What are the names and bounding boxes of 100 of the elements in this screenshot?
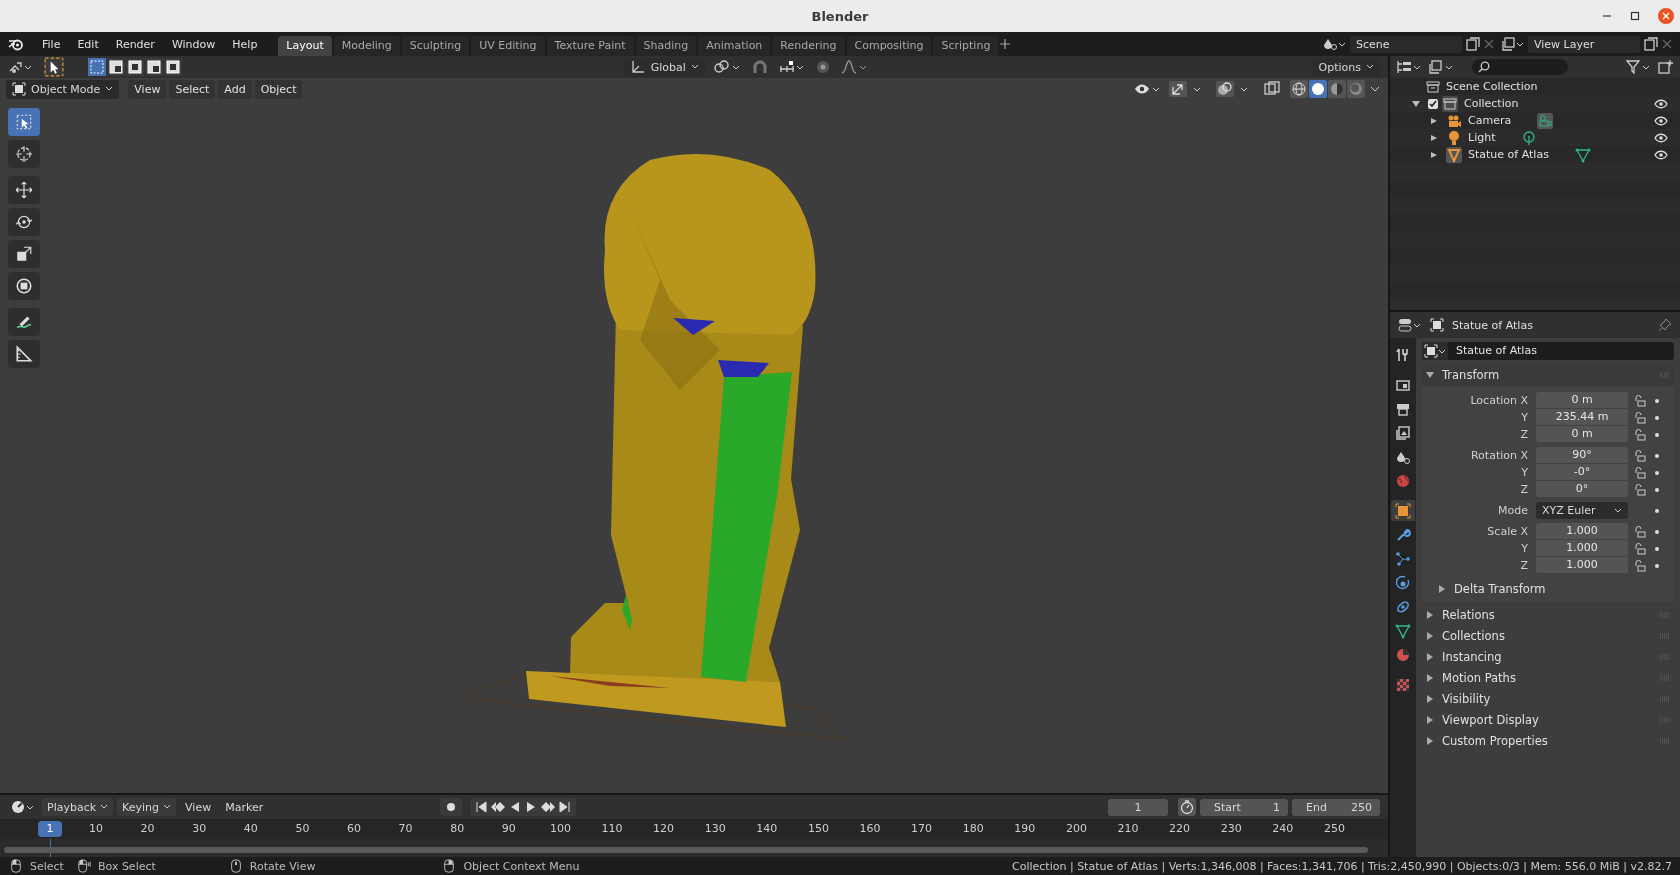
copy-icon[interactable] bbox=[1644, 37, 1658, 51]
keyframe-dot-icon[interactable] bbox=[1655, 453, 1659, 458]
outliner-item[interactable]: Light bbox=[1468, 131, 1496, 144]
selection-mode-button[interactable] bbox=[107, 58, 125, 76]
menu-item[interactable]: Window bbox=[163, 37, 225, 51]
copy-icon[interactable] bbox=[1466, 37, 1480, 51]
number-field[interactable]: 1.000 bbox=[1536, 557, 1628, 574]
panel-triangle-icon[interactable] bbox=[1426, 736, 1434, 745]
menu-item[interactable]: Help bbox=[224, 37, 267, 51]
view-layer-field[interactable]: View Layer bbox=[1528, 35, 1640, 53]
tool-button[interactable] bbox=[8, 340, 40, 368]
shading-mode-button[interactable] bbox=[1328, 80, 1346, 98]
viewport-menu[interactable]: View bbox=[128, 79, 167, 99]
editor-type-icon[interactable] bbox=[8, 59, 34, 75]
keyframe-dot-icon[interactable] bbox=[1655, 415, 1659, 420]
unlocked-padlock-icon[interactable] bbox=[1634, 559, 1646, 572]
view-layer-icon[interactable] bbox=[1428, 60, 1454, 74]
keyframe-dot-icon[interactable] bbox=[1655, 508, 1659, 513]
plus-icon[interactable] bbox=[1000, 39, 1011, 49]
outliner-item[interactable]: Collection bbox=[1464, 97, 1519, 110]
end-frame-field[interactable]: End 250 bbox=[1292, 798, 1380, 816]
eye-icon[interactable] bbox=[1654, 132, 1668, 143]
unlocked-padlock-icon[interactable] bbox=[1634, 411, 1646, 424]
mode-dropdown[interactable]: Object Mode bbox=[6, 79, 120, 99]
panel-title[interactable]: Collections bbox=[1442, 628, 1505, 643]
mode-select[interactable]: XYZ Euler bbox=[1536, 502, 1628, 519]
scene-field[interactable]: Scene bbox=[1350, 35, 1462, 53]
workspace-tab[interactable]: Animation bbox=[698, 36, 771, 56]
selection-mode-button[interactable] bbox=[126, 58, 144, 76]
select-tool-icon[interactable] bbox=[44, 57, 64, 77]
orientation-dropdown[interactable]: Global bbox=[623, 57, 705, 77]
record-button[interactable] bbox=[440, 798, 463, 816]
scene-icon[interactable] bbox=[1324, 37, 1346, 51]
panel-triangle-icon[interactable] bbox=[1426, 694, 1434, 703]
menu-item[interactable]: File bbox=[34, 37, 70, 51]
number-field[interactable]: 0° bbox=[1536, 481, 1628, 498]
timeline-menu[interactable]: Marker bbox=[220, 798, 269, 816]
display-mode-icon[interactable] bbox=[1396, 60, 1422, 74]
keyframe-dot-icon[interactable] bbox=[1655, 546, 1659, 551]
editor-type-icon[interactable] bbox=[10, 799, 36, 815]
stopwatch-icon[interactable] bbox=[1178, 798, 1196, 816]
workspace-tab[interactable]: Sculpting bbox=[401, 36, 470, 56]
current-frame-marker[interactable]: 1 bbox=[38, 821, 62, 837]
timeline-menu[interactable]: View bbox=[180, 798, 217, 816]
timeline-menu[interactable]: Keying bbox=[117, 798, 177, 816]
selection-mode-button[interactable] bbox=[145, 58, 163, 76]
workspace-tab[interactable]: Shading bbox=[635, 36, 697, 56]
workspace-tab[interactable]: Compositing bbox=[846, 36, 932, 56]
maximize-icon[interactable] bbox=[1630, 11, 1640, 21]
panel-title[interactable]: Instancing bbox=[1442, 649, 1502, 664]
keyframe-dot-icon[interactable] bbox=[1655, 487, 1659, 492]
workspace-tab[interactable]: UV Editing bbox=[471, 36, 545, 56]
snap-increment-icon[interactable] bbox=[778, 59, 805, 75]
expand-triangle-icon[interactable] bbox=[1412, 99, 1420, 108]
jump-end-icon[interactable] bbox=[558, 801, 573, 813]
unlocked-padlock-icon[interactable] bbox=[1634, 483, 1646, 496]
tool-button[interactable] bbox=[8, 140, 40, 168]
current-frame-field[interactable]: 1 bbox=[1108, 798, 1168, 816]
number-field[interactable]: 90° bbox=[1536, 447, 1628, 464]
xray-icon[interactable] bbox=[1263, 81, 1281, 97]
close-x-icon[interactable] bbox=[1662, 39, 1672, 49]
shading-mode-button[interactable] bbox=[1309, 80, 1327, 98]
tool-button[interactable] bbox=[8, 208, 40, 236]
eye-icon[interactable] bbox=[1654, 115, 1668, 126]
panel-triangle-icon[interactable] bbox=[1426, 631, 1434, 640]
outliner-item[interactable]: Camera bbox=[1468, 114, 1512, 127]
outliner-item[interactable]: Statue of Atlas bbox=[1468, 148, 1549, 161]
pivot-link-icon[interactable] bbox=[712, 59, 741, 75]
number-field[interactable]: 235.44 m bbox=[1536, 409, 1628, 426]
workspace-tab[interactable]: Modeling bbox=[333, 36, 400, 56]
unlocked-padlock-icon[interactable] bbox=[1634, 394, 1646, 407]
search-field[interactable] bbox=[1472, 59, 1568, 75]
editor-type-icon[interactable] bbox=[1398, 318, 1422, 332]
caret-icon[interactable] bbox=[1370, 85, 1380, 93]
number-field[interactable]: 1.000 bbox=[1536, 523, 1628, 540]
panel-title[interactable]: Viewport Display bbox=[1442, 712, 1539, 727]
subpanel-title[interactable]: Delta Transform bbox=[1454, 582, 1546, 596]
panel-title[interactable]: Custom Properties bbox=[1442, 733, 1548, 748]
number-field[interactable]: 1.000 bbox=[1536, 540, 1628, 557]
new-collection-icon[interactable] bbox=[1658, 60, 1674, 74]
keyframe-dot-icon[interactable] bbox=[1655, 470, 1659, 475]
tool-button[interactable] bbox=[8, 308, 40, 336]
menu-item[interactable]: Edit bbox=[69, 37, 108, 51]
close-x-icon[interactable] bbox=[1484, 39, 1494, 49]
next-keyframe-icon[interactable] bbox=[540, 801, 557, 813]
panel-title[interactable]: Visibility bbox=[1442, 691, 1491, 706]
tool-button[interactable] bbox=[8, 272, 40, 300]
selection-mode-button[interactable] bbox=[164, 58, 182, 76]
unlocked-padlock-icon[interactable] bbox=[1634, 449, 1646, 462]
number-field[interactable]: -0° bbox=[1536, 464, 1628, 481]
tool-button[interactable] bbox=[8, 108, 40, 136]
timeline-menu[interactable]: Playback bbox=[42, 798, 114, 816]
mesh-data-icon[interactable] bbox=[1574, 146, 1591, 163]
start-frame-field[interactable]: Start 1 bbox=[1200, 798, 1288, 816]
number-field[interactable]: 0 m bbox=[1536, 392, 1628, 409]
workspace-tab[interactable]: Rendering bbox=[772, 36, 845, 56]
unlocked-padlock-icon[interactable] bbox=[1634, 542, 1646, 555]
camera-data-icon[interactable] bbox=[1537, 112, 1554, 129]
pin-icon[interactable] bbox=[1658, 318, 1672, 332]
proportional-edit-icon[interactable] bbox=[814, 59, 831, 75]
